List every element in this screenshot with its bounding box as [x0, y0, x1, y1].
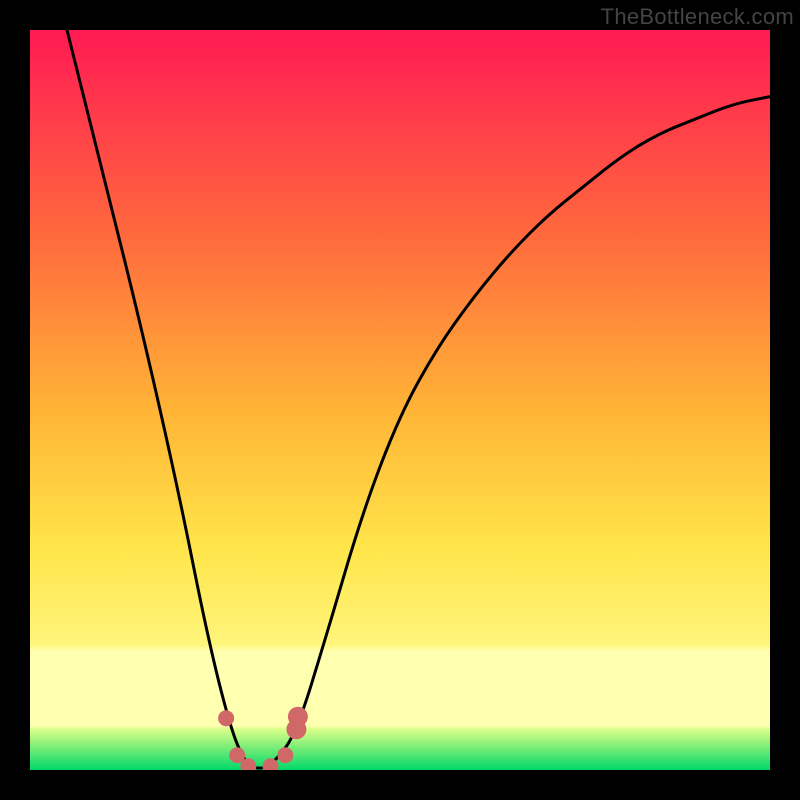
data-marker — [288, 707, 308, 727]
data-marker — [218, 710, 234, 726]
chart-frame: TheBottleneck.com — [0, 0, 800, 800]
watermark-text: TheBottleneck.com — [601, 4, 794, 30]
chart-svg — [30, 30, 770, 770]
gradient-background — [30, 30, 770, 770]
plot-area — [30, 30, 770, 770]
data-marker — [277, 747, 293, 763]
